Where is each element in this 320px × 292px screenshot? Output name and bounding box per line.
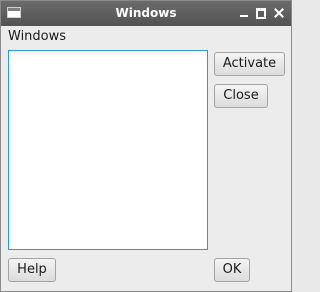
help-button[interactable]: Help xyxy=(8,258,56,282)
windows-list-label: Windows xyxy=(8,29,67,44)
minimize-icon[interactable] xyxy=(238,7,250,19)
ok-button[interactable]: OK xyxy=(214,258,250,282)
windows-listbox[interactable] xyxy=(8,50,208,250)
activate-button[interactable]: Activate xyxy=(214,52,285,76)
dialog-window: Windows Windows Activate Close Help OK xyxy=(0,0,292,292)
close-window-icon[interactable] xyxy=(273,7,285,19)
maximize-icon[interactable] xyxy=(255,7,267,19)
title-bar[interactable]: Windows xyxy=(1,1,291,26)
close-button[interactable]: Close xyxy=(214,84,268,108)
